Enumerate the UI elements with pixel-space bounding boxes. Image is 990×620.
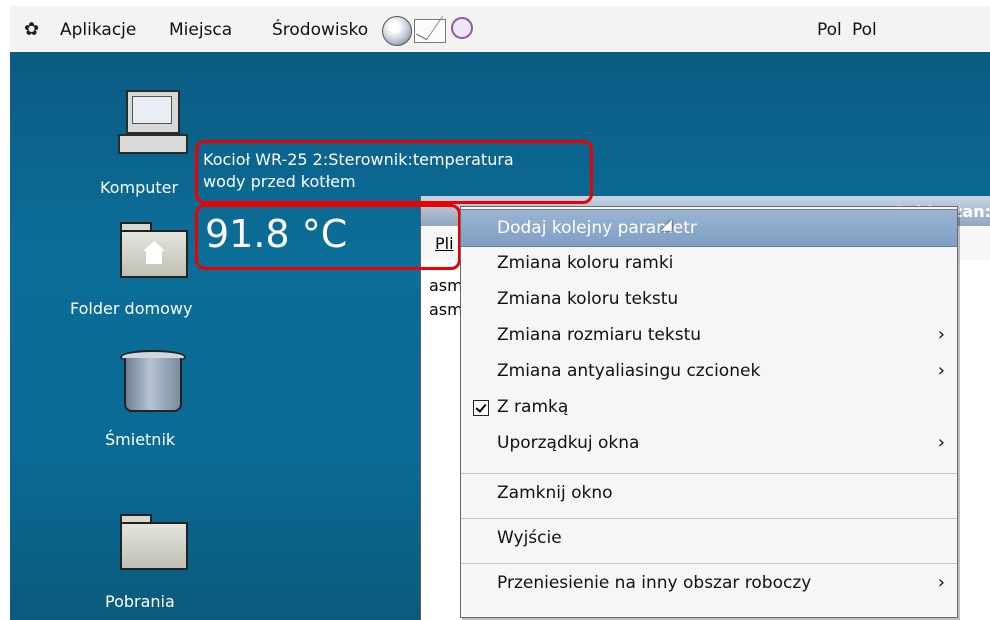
menu-item-label: Zmiana koloru ramki: [497, 253, 674, 273]
trash-icon[interactable]: [120, 350, 190, 416]
menu-item-wyjscie[interactable]: Wyjście: [461, 520, 957, 556]
menu-item-label: Wyjście: [497, 528, 562, 548]
submenu-arrow-icon: ›: [937, 572, 945, 593]
menu-srodowisko[interactable]: Środowisko: [272, 20, 368, 40]
menu-aplikacje[interactable]: Aplikacje: [60, 20, 136, 40]
submenu-arrow-icon: ›: [937, 360, 945, 381]
context-menu: Dodaj kolejny parametr Zmiana koloru ram…: [460, 206, 958, 618]
menu-item-zmiana-koloru-ramki[interactable]: Zmiana koloru ramki: [461, 245, 957, 281]
window-line-1: asm: [429, 276, 463, 295]
keyboard-layout-1[interactable]: Pol: [817, 20, 842, 40]
menu-item-zmiana-koloru-tekstu[interactable]: Zmiana koloru tekstu: [461, 281, 957, 317]
submenu-arrow-icon: ›: [937, 432, 945, 453]
gnome-foot-icon[interactable]: ✿: [24, 20, 46, 40]
globe-icon[interactable]: [382, 16, 412, 46]
menu-item-label: Zmiana koloru tekstu: [497, 289, 679, 309]
clock-icon[interactable]: [451, 17, 473, 39]
keyboard-layout-2[interactable]: Pol: [852, 20, 877, 40]
window-line-2: asm: [429, 300, 463, 319]
computer-icon[interactable]: [110, 90, 196, 156]
folder-icon[interactable]: [120, 514, 188, 570]
checkbox-checked-icon[interactable]: [473, 400, 489, 416]
mail-icon[interactable]: [414, 19, 446, 43]
menu-item-dodaj-parametr[interactable]: Dodaj kolejny parametr: [461, 209, 957, 247]
menu-item-zmiana-rozmiaru-tekstu[interactable]: Zmiana rozmiaru tekstu ›: [461, 317, 957, 353]
menu-item-label: Z ramką: [497, 397, 569, 417]
top-panel: ✿ Aplikacje Miejsca Środowisko Pol Pol: [10, 6, 990, 53]
menu-item-label: Zamknij okno: [497, 483, 613, 503]
desktop-label-smietnik[interactable]: Śmietnik: [105, 430, 175, 449]
menu-item-label: Zmiana antyaliasingu czcionek: [497, 361, 761, 381]
desktop-label-folder-domowy[interactable]: Folder domowy: [70, 299, 192, 318]
widget-value: 91.8 °C: [205, 212, 348, 256]
menu-item-label: Uporządkuj okna: [497, 433, 640, 453]
menu-item-label: Przeniesienie na inny obszar roboczy: [497, 573, 812, 593]
widget-line-2: wody przed kotłem: [203, 172, 356, 191]
menu-item-label: Zmiana rozmiaru tekstu: [497, 325, 702, 345]
menu-separator: [461, 563, 957, 564]
submenu-arrow-icon: ›: [937, 324, 945, 345]
menu-item-zamknij-okno[interactable]: Zamknij okno: [461, 475, 957, 511]
menu-item-zmiana-antyaliasingu[interactable]: Zmiana antyaliasingu czcionek ›: [461, 353, 957, 389]
menu-miejsca[interactable]: Miejsca: [169, 20, 232, 40]
widget-line-1: Kocioł WR-25 2:Sterownik:temperatura: [203, 150, 514, 169]
menu-separator: [461, 518, 957, 519]
menu-item-uporzadkuj-okna[interactable]: Uporządkuj okna ›: [461, 425, 957, 461]
desktop-label-komputer[interactable]: Komputer: [100, 178, 178, 197]
home-folder-icon[interactable]: [120, 222, 188, 278]
menu-item-z-ramka[interactable]: Z ramką: [461, 389, 957, 425]
desktop-label-pobrania[interactable]: Pobrania: [105, 592, 175, 611]
menu-item-przeniesienie[interactable]: Przeniesienie na inny obszar roboczy ›: [461, 565, 957, 601]
menu-separator: [461, 473, 957, 474]
